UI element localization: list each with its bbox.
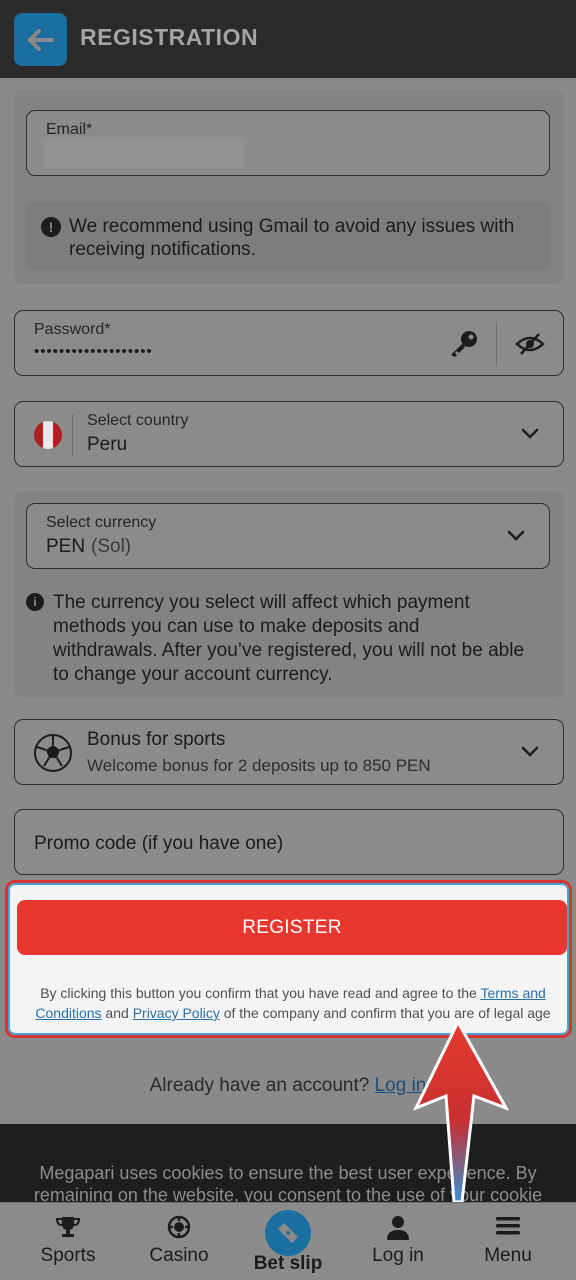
currency-name: (Sol) bbox=[91, 536, 132, 557]
password-value: ••••••••••••••••••• bbox=[34, 343, 153, 360]
chevron-down-icon bbox=[521, 746, 539, 757]
soccer-ball-icon bbox=[34, 734, 72, 772]
country-select[interactable]: Select country Peru bbox=[14, 401, 564, 467]
nav-login[interactable]: Log in bbox=[352, 1203, 444, 1280]
chevron-down-icon bbox=[521, 428, 539, 439]
page-title: REGISTRATION bbox=[80, 24, 259, 50]
nav-betslip[interactable]: Bet slip bbox=[240, 1203, 336, 1280]
password-label: Password* bbox=[34, 321, 111, 338]
betslip-circle bbox=[265, 1210, 311, 1256]
eye-slash-icon[interactable] bbox=[515, 331, 545, 357]
login-prompt-text: Already have an account? bbox=[149, 1075, 375, 1096]
password-field[interactable]: Password* ••••••••••••••••••• bbox=[14, 310, 564, 376]
promo-code-input[interactable]: Promo code (if you have one) bbox=[14, 809, 564, 875]
gmail-note: ! We recommend using Gmail to avoid any … bbox=[26, 202, 550, 270]
privacy-link[interactable]: Privacy Policy bbox=[133, 1005, 220, 1021]
chevron-down-icon bbox=[507, 530, 525, 541]
peru-flag-icon bbox=[34, 421, 62, 449]
user-icon bbox=[387, 1216, 409, 1240]
gmail-note-line1: We recommend using Gmail to avoid any is… bbox=[69, 216, 515, 237]
currency-note-line4: to change your account currency. bbox=[53, 664, 333, 685]
bottom-nav: Sports Casino Bet slip Log in Menu bbox=[0, 1202, 576, 1280]
register-button[interactable]: REGISTER bbox=[17, 900, 567, 955]
nav-menu-label: Menu bbox=[484, 1245, 532, 1266]
bonus-title: Bonus for sports bbox=[87, 729, 226, 750]
country-label: Select country bbox=[87, 412, 189, 429]
email-value-redacted bbox=[44, 139, 244, 169]
nav-betslip-label: Bet slip bbox=[253, 1253, 323, 1274]
legal-mid: and bbox=[101, 1005, 133, 1021]
back-arrow-icon bbox=[27, 28, 54, 51]
promo-placeholder: Promo code (if you have one) bbox=[34, 833, 284, 854]
menu-icon bbox=[496, 1217, 520, 1235]
legal-pre: By clicking this button you confirm that… bbox=[40, 985, 481, 1001]
gmail-note-line2: receiving notifications. bbox=[69, 239, 256, 260]
nav-menu[interactable]: Menu bbox=[462, 1203, 554, 1280]
trophy-icon bbox=[55, 1217, 81, 1237]
country-divider bbox=[72, 414, 73, 456]
currency-card: Select currency PEN (Sol) i The currency… bbox=[14, 491, 564, 697]
email-field[interactable]: Email* bbox=[26, 110, 550, 176]
currency-note-line2: methods you can use to make deposits and bbox=[53, 616, 420, 637]
register-panel: REGISTER By clicking this button you con… bbox=[5, 880, 572, 1038]
currency-label: Select currency bbox=[46, 514, 157, 531]
legal-text: By clicking this button you confirm that… bbox=[28, 983, 558, 1023]
email-label: Email* bbox=[46, 121, 93, 138]
info-icon: ! bbox=[41, 217, 61, 237]
info-icon: i bbox=[26, 593, 44, 611]
bonus-subtitle: Welcome bonus for 2 deposits up to 850 P… bbox=[87, 756, 431, 775]
ticket-icon bbox=[278, 1223, 298, 1243]
annotation-arrow-icon bbox=[412, 1020, 510, 1204]
header: REGISTRATION bbox=[0, 0, 576, 78]
country-value: Peru bbox=[87, 434, 128, 455]
back-button[interactable] bbox=[14, 13, 67, 66]
nav-sports[interactable]: Sports bbox=[22, 1203, 114, 1280]
currency-note-line1: The currency you select will affect whic… bbox=[53, 592, 470, 613]
nav-casino[interactable]: Casino bbox=[133, 1203, 225, 1280]
password-divider bbox=[496, 323, 497, 365]
nav-sports-label: Sports bbox=[40, 1245, 96, 1266]
currency-select[interactable]: Select currency PEN (Sol) bbox=[26, 503, 550, 569]
currency-note-line3: withdrawals. After you’ve registered, yo… bbox=[53, 640, 525, 661]
nav-login-label: Log in bbox=[372, 1245, 424, 1266]
nav-casino-label: Casino bbox=[149, 1245, 209, 1266]
email-card: Email* ! We recommend using Gmail to avo… bbox=[14, 90, 564, 284]
legal-post: of the company and confirm that you are … bbox=[219, 1005, 551, 1021]
currency-code: PEN bbox=[46, 536, 86, 557]
bonus-select[interactable]: Bonus for sports Welcome bonus for 2 dep… bbox=[14, 719, 564, 785]
key-icon[interactable] bbox=[447, 329, 481, 359]
casino-chip-icon bbox=[167, 1215, 191, 1239]
